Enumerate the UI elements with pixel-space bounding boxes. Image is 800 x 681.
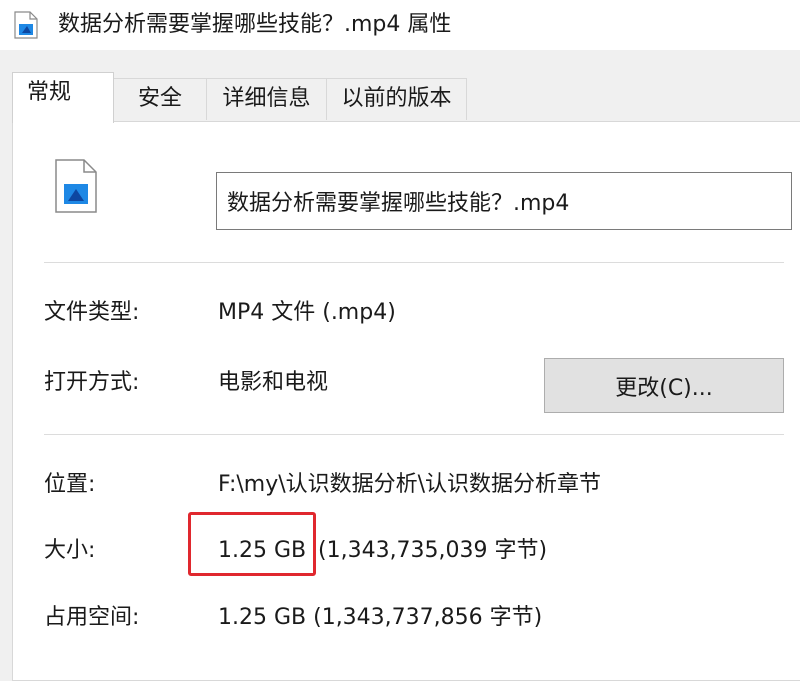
- file-type-value: MP4 文件 (.mp4): [218, 300, 396, 325]
- size-bytes: (1,343,735,039 字节): [318, 538, 548, 563]
- divider: [44, 434, 784, 435]
- location-value: F:\my\认识数据分析\认识数据分析章节: [218, 472, 602, 497]
- tab-security[interactable]: 安全: [113, 78, 207, 120]
- file-type-label: 文件类型:: [44, 300, 140, 325]
- tab-previous-versions[interactable]: 以前的版本: [326, 78, 467, 120]
- tab-general[interactable]: 常规: [12, 72, 114, 123]
- tab-strip: 常规 安全 详细信息 以前的版本: [0, 50, 800, 123]
- video-file-icon: [55, 159, 97, 213]
- file-name-input[interactable]: [216, 172, 792, 230]
- tab-details[interactable]: 详细信息: [206, 78, 327, 120]
- location-label: 位置:: [44, 472, 96, 497]
- title-bar: 数据分析需要掌握哪些技能？.mp4 属性: [0, 0, 800, 50]
- highlight-box: [188, 512, 316, 576]
- opens-with-value: 电影和电视: [218, 370, 329, 395]
- change-button[interactable]: 更改(C)...: [544, 358, 784, 413]
- size-label: 大小:: [44, 538, 96, 563]
- divider: [44, 262, 784, 263]
- video-file-icon: [14, 11, 38, 39]
- disk-size-value: 1.25 GB (1,343,737,856 字节): [218, 605, 543, 630]
- opens-with-label: 打开方式:: [44, 370, 140, 395]
- window-title: 数据分析需要掌握哪些技能？.mp4 属性: [58, 12, 452, 37]
- disk-size-label: 占用空间:: [44, 605, 140, 630]
